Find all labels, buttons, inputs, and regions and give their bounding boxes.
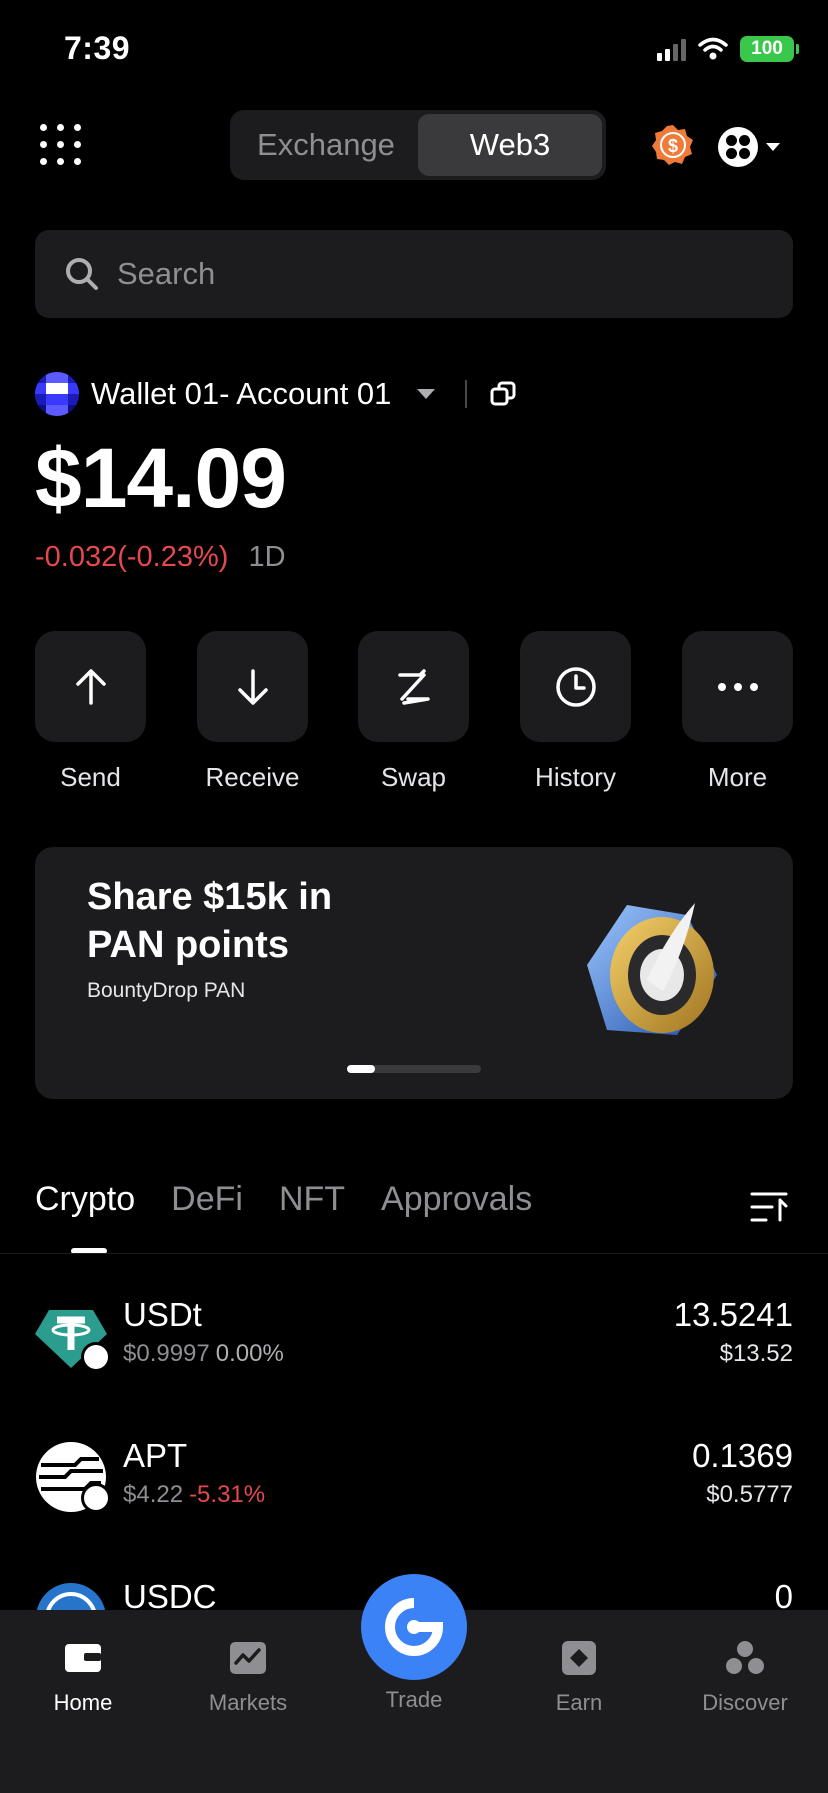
search-input[interactable]: Search	[35, 230, 793, 318]
nav-markets[interactable]: Markets	[183, 1640, 313, 1716]
history-button[interactable]: History	[520, 631, 631, 793]
banner-pager	[347, 1065, 481, 1073]
svg-text:$: $	[668, 136, 678, 156]
change-period[interactable]: 1D	[248, 541, 285, 574]
arrow-down-icon	[237, 668, 268, 705]
banner-subtitle: BountyDrop PAN	[87, 979, 246, 1002]
chevron-down-icon	[766, 143, 780, 151]
token-row-apt[interactable]: APT $4.22 -5.31% 0.1369 $0.5777	[35, 1431, 793, 1531]
mode-switch[interactable]: Exchange Web3	[230, 110, 606, 180]
send-label: Send	[60, 762, 121, 792]
more-label: More	[707, 762, 768, 792]
sort-filter-icon[interactable]	[750, 1190, 788, 1224]
clock-icon	[555, 666, 596, 707]
nav-home-label: Home	[53, 1690, 113, 1715]
token-amount: 13.5241	[673, 1296, 793, 1333]
balance-change: -0.032(-0.23%) 1D	[35, 541, 286, 574]
nav-home[interactable]: Home	[18, 1640, 148, 1716]
divider	[0, 1253, 828, 1254]
token-row-usdt[interactable]: USDt $0.9997 0.00% 13.5241 $13.52	[35, 1290, 793, 1390]
tab-defi[interactable]: DeFi	[171, 1180, 243, 1219]
arrow-up-icon	[75, 668, 106, 705]
wallet-logo-icon	[718, 127, 758, 167]
pan-token-illustration	[587, 903, 717, 1035]
nav-trade-label: Trade	[385, 1687, 443, 1712]
nav-earn[interactable]: Earn	[514, 1640, 644, 1716]
copy-icon[interactable]	[489, 380, 517, 408]
swap-button[interactable]: Swap	[358, 631, 469, 793]
status-icons: 100	[657, 36, 799, 62]
token-name: USDt	[123, 1296, 202, 1333]
token-change: -5.31%	[189, 1481, 266, 1508]
segment-exchange[interactable]: Exchange	[234, 114, 418, 176]
banner-title: Share $15k in PAN points	[87, 876, 333, 966]
total-balance: $14.09	[35, 431, 287, 525]
change-value: -0.032(-0.23%)	[35, 541, 229, 573]
asset-tabs[interactable]: Crypto DeFi NFT Approvals	[35, 1180, 532, 1254]
tab-approvals[interactable]: Approvals	[381, 1180, 532, 1219]
search-placeholder: Search	[117, 256, 216, 291]
apps-grid-icon[interactable]	[40, 124, 82, 166]
search-icon	[66, 258, 98, 290]
more-icon	[717, 682, 758, 691]
history-label: History	[535, 762, 616, 792]
chain-badge-icon	[81, 1483, 111, 1513]
tab-nft[interactable]: NFT	[279, 1180, 345, 1219]
nav-earn-label: Earn	[555, 1690, 603, 1715]
token-name: APT	[123, 1437, 188, 1474]
swap-label: Swap	[380, 762, 447, 792]
promo-banner[interactable]: Share $15k in PAN points BountyDrop PAN	[35, 847, 793, 1099]
nav-markets-label: Markets	[208, 1690, 288, 1715]
token-value: $13.52	[719, 1340, 793, 1367]
token-amount: 0.1369	[692, 1437, 793, 1474]
token-change: 0.00%	[215, 1340, 284, 1367]
chart-icon	[230, 1642, 266, 1674]
nav-discover[interactable]: Discover	[680, 1640, 810, 1716]
status-time: 7:39	[64, 30, 131, 66]
chain-badge-icon	[81, 1342, 111, 1372]
receive-button[interactable]: Receive	[197, 631, 308, 793]
swap-icon	[397, 668, 430, 705]
divider	[465, 380, 468, 408]
tab-crypto[interactable]: Crypto	[35, 1180, 135, 1254]
earn-icon	[562, 1641, 596, 1675]
token-price-value: $0.9997	[123, 1340, 210, 1367]
token-price: $0.9997 0.00%	[123, 1340, 284, 1368]
account-avatar	[35, 372, 79, 416]
token-price: $4.22 -5.31%	[123, 1481, 265, 1509]
home-wallet-icon	[65, 1644, 101, 1672]
chevron-down-icon	[417, 389, 436, 399]
trade-button[interactable]	[361, 1574, 467, 1680]
wifi-icon	[698, 37, 728, 60]
account-selector[interactable]: Wallet 01- Account 01	[35, 372, 517, 416]
discover-icon	[726, 1641, 764, 1674]
rewards-badge-icon[interactable]: $	[652, 124, 694, 166]
token-price-value: $4.22	[123, 1481, 184, 1508]
account-name: Wallet 01- Account 01	[91, 376, 392, 411]
nav-discover-label: Discover	[702, 1690, 788, 1715]
receive-label: Receive	[205, 762, 300, 792]
trade-icon	[385, 1598, 444, 1656]
segment-web3[interactable]: Web3	[418, 114, 602, 176]
battery-icon: 100	[740, 36, 799, 62]
token-value: $0.5777	[706, 1481, 793, 1508]
wallet-switcher[interactable]	[718, 127, 780, 167]
more-button[interactable]: More	[682, 631, 793, 793]
send-button[interactable]: Send	[35, 631, 146, 793]
cellular-signal-icon	[657, 37, 686, 61]
